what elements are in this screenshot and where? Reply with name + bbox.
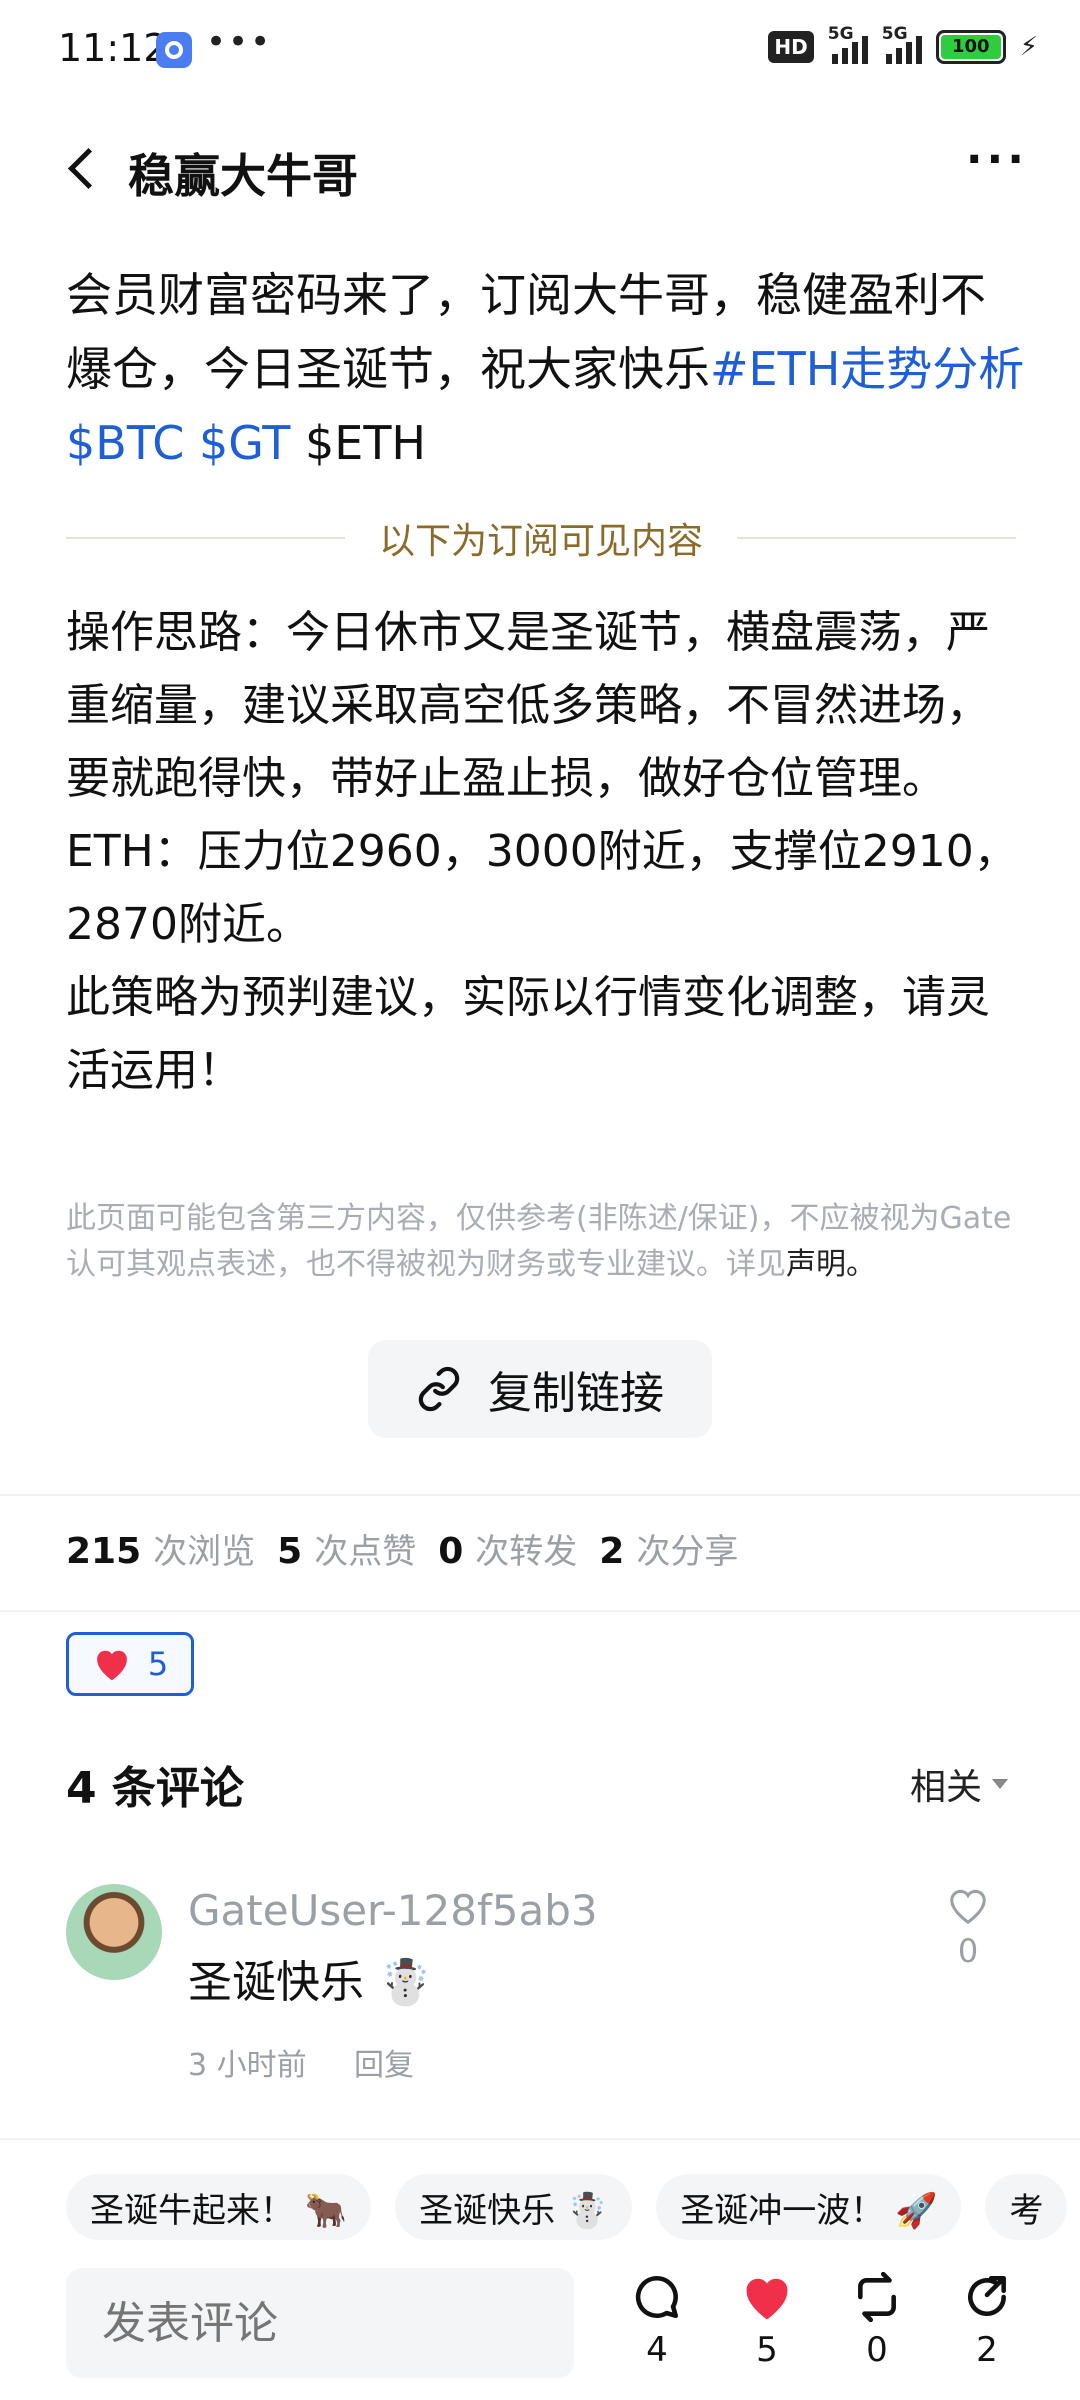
divider	[0, 1494, 1080, 1496]
status-bar: 11:12 ••• HD 5G 5G 100 ⚡	[0, 0, 1080, 100]
like-action-button[interactable]: 5	[722, 2262, 812, 2370]
charging-icon: ⚡	[1019, 32, 1038, 62]
header: 稳赢大牛哥 ···	[0, 120, 1080, 220]
battery-level: 100	[940, 35, 1001, 59]
disclaimer-link[interactable]: 声明。	[786, 1247, 876, 1282]
heart-outline-icon	[945, 1884, 991, 1926]
repost-icon	[852, 2272, 902, 2322]
comment-sort-dropdown[interactable]: 相关	[910, 1758, 1008, 1810]
repost-count: 0	[866, 2330, 888, 2370]
likes-stat: 5 次点赞	[277, 1531, 417, 1572]
share-icon	[962, 2272, 1012, 2322]
share-action-button[interactable]: 2	[942, 2262, 1032, 2370]
shares-stat: 2 次分享	[599, 1531, 739, 1572]
caret-down-icon	[992, 1779, 1008, 1789]
more-notifications-icon: •••	[206, 22, 273, 62]
comment-input[interactable]	[66, 2268, 574, 2378]
comment-action-button[interactable]: 4	[612, 2262, 702, 2370]
subscriber-divider: 以下为订阅可见内容	[66, 508, 1017, 568]
page-title[interactable]: 稳赢大牛哥	[128, 140, 358, 206]
quick-reply-chip[interactable]: 圣诞快乐 ☃️	[395, 2174, 633, 2240]
divider	[0, 1610, 1080, 1612]
comment-like-count: 0	[957, 1932, 979, 1970]
heart-icon	[740, 2272, 794, 2322]
back-button[interactable]	[58, 138, 118, 198]
hashtag-eth-link[interactable]: #ETH走势分析	[710, 342, 1024, 396]
share-count: 2	[976, 2330, 998, 2370]
post-body: 操作思路：今日休市又是圣诞节，横盘震荡，严重缩量，建议采取高空低多策略，不冒然进…	[66, 607, 1018, 1096]
app-notification-icon	[156, 32, 192, 68]
comment-count: 4	[646, 2330, 668, 2370]
ticker-eth-link[interactable]: $ETH	[305, 416, 426, 470]
more-options-button[interactable]: ···	[966, 134, 1028, 185]
divider	[0, 2138, 1080, 2140]
post-text: 会员财富密码来了，订阅大牛哥，稳健盈利不爆仓，今日圣诞节，祝大家快乐#ETH走势…	[66, 258, 1026, 480]
disclaimer: 此页面可能包含第三方内容，仅供参考(非陈述/保证)，不应被视为Gate认可其观点…	[66, 1196, 1016, 1288]
bottom-action-bar: 4 5 0 2	[0, 2262, 1080, 2400]
divider-line-left	[66, 537, 345, 539]
copy-link-button[interactable]: 复制链接	[368, 1340, 712, 1438]
copy-link-label: 复制链接	[488, 1368, 664, 1419]
hd-voice-icon: HD	[768, 31, 814, 63]
comment-like-button[interactable]: 0	[938, 1884, 998, 1970]
quick-reply-chip[interactable]: 圣诞冲一波！ 🚀	[656, 2174, 962, 2240]
signal-icon-2: 5G	[882, 24, 922, 64]
post-stats: 215 次浏览 5 次点赞 0 次转发 2 次分享	[66, 1524, 738, 1573]
link-icon	[416, 1366, 462, 1412]
comment-time: 3 小时前	[188, 2048, 307, 2083]
status-right: HD 5G 5G 100 ⚡	[768, 24, 1038, 64]
views-stat: 215 次浏览	[66, 1531, 256, 1572]
like-reaction-chip[interactable]: 5	[66, 1632, 194, 1696]
avatar[interactable]	[66, 1884, 162, 1980]
comment-text: 圣诞快乐 ☃️	[188, 1957, 433, 2008]
ticker-btc-link[interactable]: $BTC	[66, 416, 184, 470]
quick-reply-chip[interactable]: 圣诞牛起来！ 🐂	[66, 2174, 372, 2240]
sort-label: 相关	[909, 1767, 982, 1808]
divider-line-right	[737, 537, 1017, 539]
subscriber-divider-label: 以下为订阅可见内容	[379, 521, 704, 562]
like-count: 5	[756, 2330, 778, 2370]
comments-title: 4 条评论	[66, 1763, 244, 1814]
signal-icon: 5G	[828, 24, 868, 64]
battery-icon: 100	[935, 30, 1006, 64]
comment-username[interactable]: GateUser-128f5ab3	[188, 1886, 598, 1935]
comment-bubble-icon	[632, 2272, 682, 2322]
quick-reply-chip[interactable]: 考	[985, 2174, 1068, 2240]
ticker-gt-link[interactable]: $GT	[199, 416, 290, 470]
comment-reply-button[interactable]: 回复	[354, 2040, 414, 2084]
repost-action-button[interactable]: 0	[832, 2262, 922, 2370]
like-chip-count: 5	[147, 1645, 169, 1683]
quick-replies: 圣诞牛起来！ 🐂 圣诞快乐 ☃️ 圣诞冲一波！ 🚀 考	[66, 2174, 1080, 2240]
comment-item: GateUser-128f5ab3 圣诞快乐 ☃️ 3 小时前 回复 0	[66, 1884, 1016, 2084]
reposts-stat: 0 次转发	[438, 1531, 578, 1572]
status-time: 11:12	[58, 26, 168, 70]
heart-icon	[92, 1646, 132, 1682]
comments-header: 4 条评论 相关	[66, 1752, 1016, 1814]
